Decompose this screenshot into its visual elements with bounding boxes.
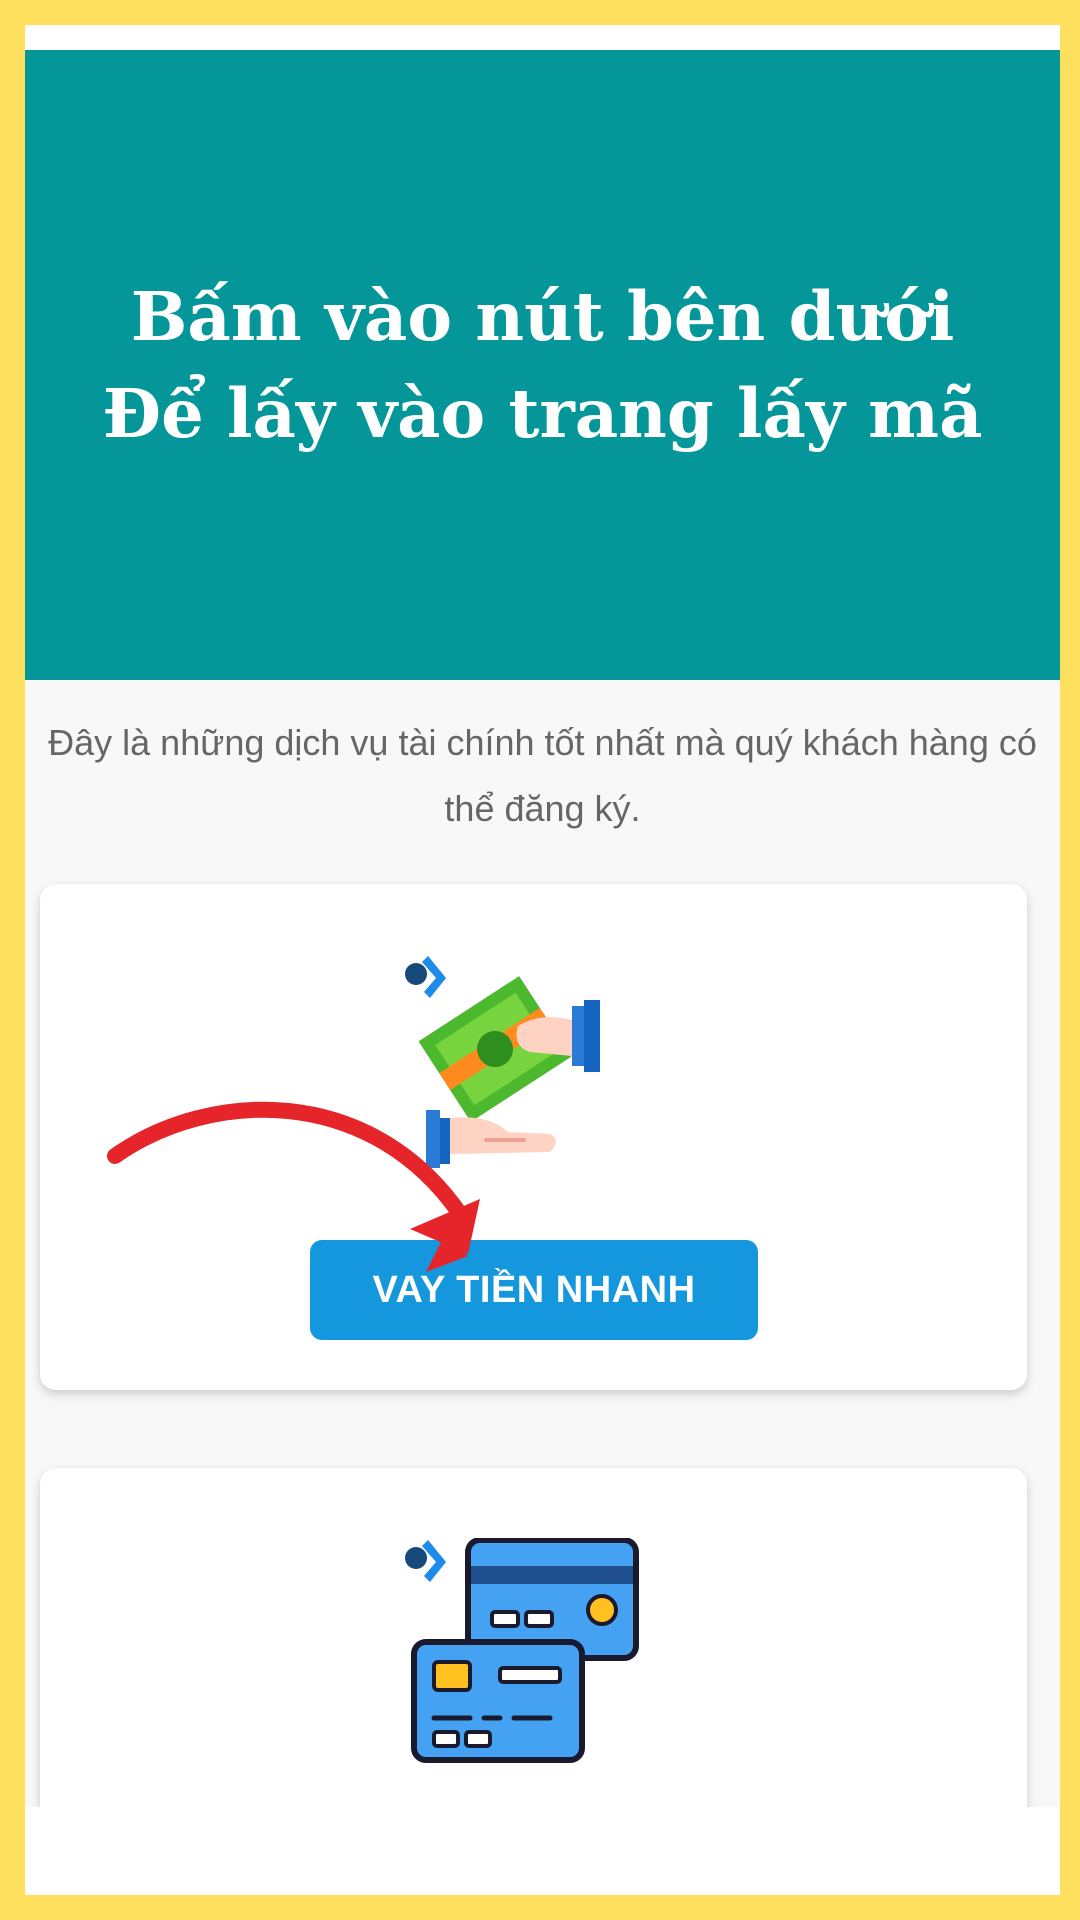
intro-text: Đây là những dịch vụ tài chính tốt nhất …	[48, 722, 1037, 829]
services-page: Đây là những dịch vụ tài chính tốt nhất …	[25, 680, 1060, 1807]
card-service-card[interactable]	[40, 1468, 1027, 1807]
banner-line-1: Bấm vào nút bên dưới	[130, 277, 955, 356]
money-hand-icon	[405, 956, 600, 1168]
loan-service-card[interactable]: VAY TIỀN NHANH	[40, 884, 1027, 1390]
banner-line-2: Để lấy vào trang lấy mã	[102, 374, 983, 453]
quick-loan-button[interactable]: VAY TIỀN NHANH	[310, 1240, 758, 1340]
page-frame: Bấm vào nút bên dưới Để lấy vào trang lấ…	[25, 25, 1060, 1895]
instruction-banner: Bấm vào nút bên dưới Để lấy vào trang lấ…	[25, 50, 1060, 680]
credit-card-icon	[405, 1538, 639, 1763]
bottom-blank-area	[25, 1807, 1060, 1895]
